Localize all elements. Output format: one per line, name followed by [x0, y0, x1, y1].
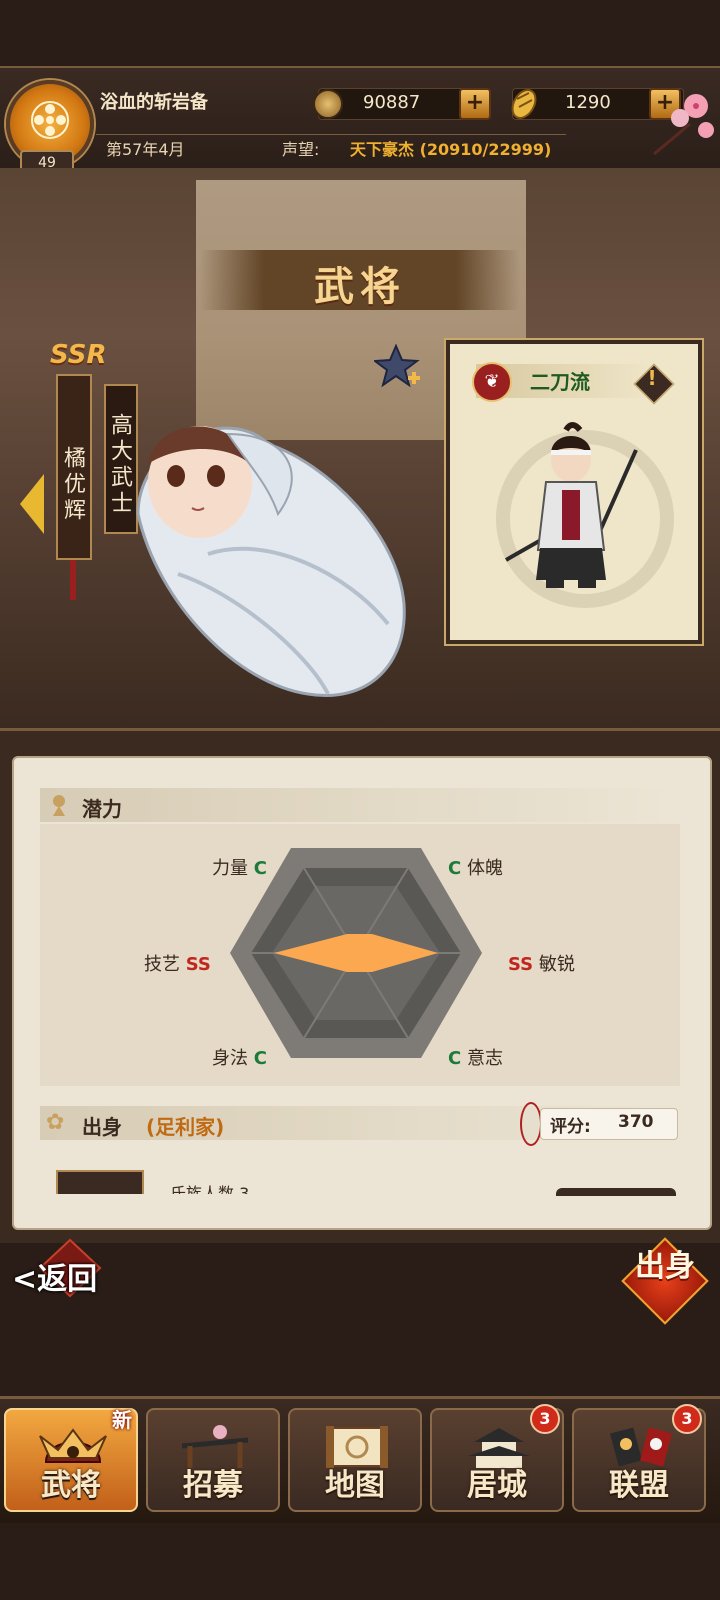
- stat-acuity-grade: SS: [508, 954, 534, 975]
- general-portrait[interactable]: [118, 404, 416, 704]
- clan-row-clip: 氏族人数 3: [170, 1180, 470, 1194]
- stat-agility-name: 身法: [212, 1048, 248, 1069]
- nav-label-recruit: 招募: [183, 1468, 243, 1503]
- origin-title: 出身: [82, 1115, 122, 1139]
- stat-will-name: 意志: [466, 1048, 503, 1069]
- nav-item-alliance[interactable]: 3 联盟: [572, 1404, 706, 1512]
- family-crest-icon: [31, 101, 69, 139]
- coin-icon: [313, 89, 343, 119]
- nav-label-alliance: 联盟: [609, 1468, 669, 1503]
- stat-physique: C 体魄: [448, 854, 503, 880]
- potential-icon: [53, 795, 65, 816]
- potential-title: 潜力: [82, 797, 122, 821]
- player-name: 浴血的斩岩备: [100, 92, 208, 113]
- origin-family: (足利家): [146, 1115, 225, 1139]
- stat-skill-name: 技艺: [144, 954, 180, 975]
- nav-item-castle[interactable]: 3 居城: [430, 1404, 564, 1512]
- stat-strength: 力量 C: [212, 854, 267, 880]
- clan-row-button[interactable]: [556, 1188, 676, 1196]
- clan-row-text: 氏族人数 3: [170, 1184, 250, 1194]
- potential-section-header: 潜力: [40, 788, 680, 822]
- stat-acuity: SS 敏锐: [508, 950, 575, 976]
- stat-agility-grade: C: [253, 1048, 267, 1069]
- back-label[interactable]: <返回: [12, 1254, 97, 1298]
- stat-skill: 技艺 SS: [144, 950, 211, 976]
- cherry-blossom-icon: [653, 94, 714, 156]
- nav-item-map[interactable]: 地图: [288, 1408, 422, 1512]
- skill-name: 二刀流: [530, 370, 590, 394]
- gold-value: 1290: [565, 92, 611, 113]
- stat-physique-grade: C: [448, 858, 462, 879]
- stat-physique-name: 体魄: [466, 858, 503, 879]
- nav-item-recruit[interactable]: 招募: [146, 1408, 280, 1512]
- rarity-badge: SSR: [50, 340, 107, 370]
- page-title: 武将: [314, 264, 406, 310]
- seal-cord-icon: [520, 1102, 542, 1146]
- info-mark: !: [647, 366, 657, 390]
- score-label: 评分:: [550, 1117, 591, 1137]
- flower-icon: ✿: [46, 1110, 65, 1135]
- general-name: 橘优辉: [56, 374, 92, 560]
- add-coins-button[interactable]: +: [459, 88, 491, 120]
- stat-will-grade: C: [448, 1048, 462, 1069]
- nav-new-tag: 新: [112, 1408, 132, 1432]
- coin-value: 90887: [363, 92, 421, 113]
- nav-item-generals[interactable]: 新 武将: [4, 1408, 138, 1512]
- coin-resource: 90887 +: [313, 88, 491, 120]
- nav-label-castle: 居城: [467, 1468, 527, 1503]
- gold-bar-icon: [511, 89, 537, 119]
- score-value: 370: [618, 1112, 654, 1132]
- stat-strength-name: 力量: [212, 858, 248, 879]
- fame-value: 天下豪杰 (20910/22999): [350, 140, 552, 159]
- stat-skill-grade: SS: [185, 954, 211, 975]
- stat-will: C 意志: [448, 1044, 503, 1070]
- clan-thumbnail: [56, 1170, 144, 1194]
- previous-general-arrow-icon[interactable]: [20, 474, 44, 534]
- nav-label-map: 地图: [325, 1468, 385, 1503]
- tassel-decoration: [70, 560, 76, 600]
- stat-acuity-name: 敏锐: [538, 954, 575, 975]
- stat-strength-grade: C: [253, 858, 267, 879]
- skill-crest-icon: ❦: [472, 362, 512, 402]
- stat-agility: 身法 C: [212, 1044, 267, 1070]
- castle-notification-badge: 3: [530, 1404, 560, 1434]
- game-date: 第57年4月: [106, 140, 185, 159]
- origin-button-label[interactable]: 出身: [630, 1250, 700, 1284]
- nav-label-generals: 武将: [41, 1468, 101, 1503]
- alliance-notification-badge: 3: [672, 1404, 702, 1434]
- star-upgrade-icon[interactable]: [374, 344, 424, 394]
- fame-label: 声望:: [282, 140, 320, 159]
- dual-sword-samurai-figure: [505, 422, 638, 588]
